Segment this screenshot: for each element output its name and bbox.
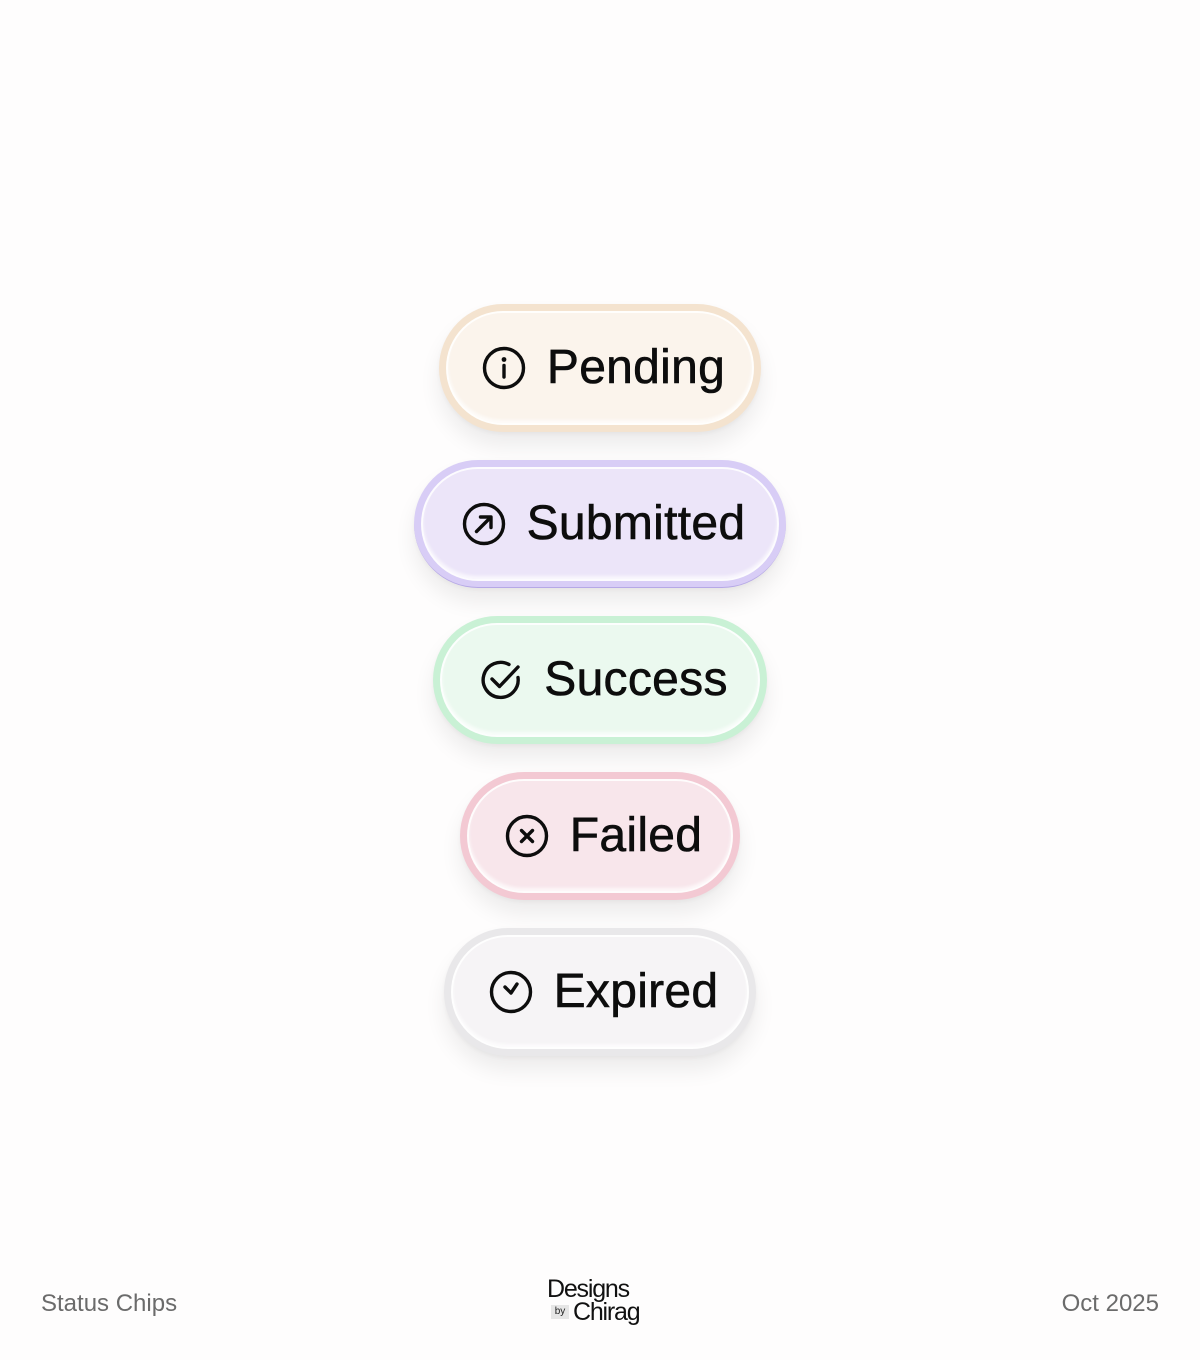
- chip-label: Pending: [546, 341, 726, 394]
- chip-inner: Success: [440, 623, 760, 737]
- status-chip-list: Pending Submitted Success Failed Expired: [0, 304, 1200, 1056]
- chip-inner: Submitted: [421, 467, 779, 581]
- designs-by-chirag-logo: Designs by Chirag: [547, 1277, 657, 1329]
- clock-icon: [488, 969, 534, 1015]
- footer-title: Status Chips: [41, 1290, 178, 1317]
- chip-label: Submitted: [526, 497, 746, 550]
- info-circle-icon: [481, 345, 527, 391]
- x-circle-icon: [504, 813, 550, 859]
- status-chip-failed[interactable]: Failed: [460, 772, 740, 900]
- arrow-up-right-circle-icon: [461, 501, 507, 547]
- status-chip-pending[interactable]: Pending: [439, 304, 761, 432]
- status-chip-submitted[interactable]: Submitted: [414, 460, 786, 588]
- logo-wordmark-chirag: Chirag: [573, 1298, 641, 1326]
- logo-by-tag: by: [551, 1305, 569, 1319]
- footer-date: Oct 2025: [1061, 1290, 1159, 1317]
- chip-inner: Expired: [451, 935, 749, 1049]
- chip-inner: Pending: [446, 311, 754, 425]
- chip-label: Success: [544, 653, 728, 706]
- chip-label: Expired: [553, 965, 719, 1018]
- check-circle-icon: [478, 657, 524, 703]
- status-chip-expired[interactable]: Expired: [444, 928, 756, 1056]
- status-chip-success[interactable]: Success: [433, 616, 767, 744]
- chip-inner: Failed: [467, 779, 733, 893]
- chip-label: Failed: [569, 809, 703, 862]
